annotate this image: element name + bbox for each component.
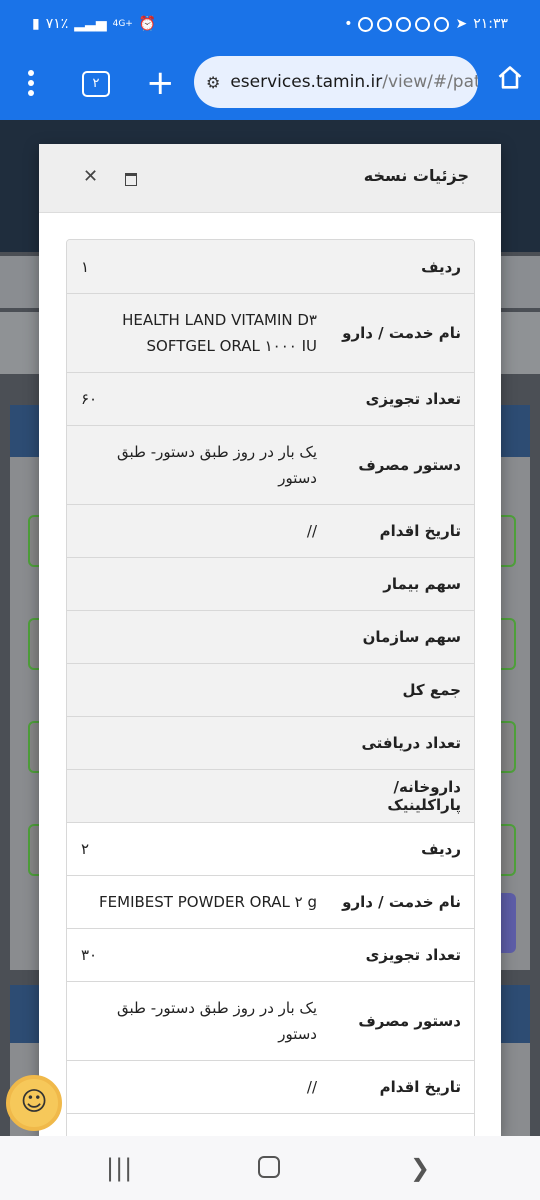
table-row: داروخانه/پاراکلینیک [67,769,474,822]
row-label: تعداد تجویزی [365,390,461,408]
close-icon[interactable]: ✕ [83,166,98,187]
table-row: ردیف ۱ [67,240,474,293]
row-value: HEALTH LAND VITAMIN D۳ SOFTGEL ORAL ۱۰۰۰… [122,311,317,355]
home-icon[interactable] [496,64,524,98]
system-nav-bar: ||| ❯ [0,1136,540,1200]
table-row: تاریخ اقدام // [67,504,474,557]
row-label: ردیف [421,257,461,276]
row-label: تعداد تجویزی [365,946,461,964]
table-row: تاریخ اقدام // [67,1060,474,1113]
notification-icon [377,16,393,32]
table-row: جمع کل [67,663,474,716]
row-label: نام خدمت / دارو [342,893,461,911]
telegram-icon: ➤ [455,16,468,32]
notification-icons [358,16,450,32]
row-label: جمع کل [402,681,461,699]
table-row: تعداد دریافتی [67,716,474,769]
maximize-icon[interactable] [125,173,137,186]
table-row: دستور مصرف یک بار در روز طبق دستور- طبق د… [67,425,474,504]
dot-icon: • [344,16,353,32]
row-value: FEMIBEST POWDER ORAL ۲ g [99,893,317,911]
notification-icon [434,16,450,32]
battery-icon: ▮ [32,16,40,32]
row-value [67,611,329,663]
row-label: نام خدمت / دارو [342,324,461,342]
prescription-details-modal: جزئیات نسخه ✕ ردیف ۱ نام خدمت / دارو HEALTH… [39,144,501,1136]
row-value: یک بار در روز طبق دستور- طبق دستور [117,999,317,1043]
table-row: دستور مصرف یک بار در روز طبق دستور- طبق د… [67,981,474,1060]
table-row [67,1113,474,1136]
row-label [329,1114,474,1136]
row-label: تاریخ اقدام [379,522,461,540]
home-button-icon[interactable] [258,1156,280,1178]
table-row: سهم سازمان [67,610,474,663]
row-value [67,664,329,716]
recent-apps-icon[interactable]: ||| [106,1154,133,1182]
row-label: داروخانه/پاراکلینیک [387,778,461,814]
back-icon[interactable]: ❯ [410,1154,430,1182]
notification-icon [415,16,431,32]
row-value: ۶۰ [81,390,98,408]
row-label: سهم سازمان [362,628,461,646]
battery-level: ۷۱٪ [45,16,69,32]
browser-toolbar: ۲ + ⚙ eservices.tamin.ir/view/#/pat [0,52,540,120]
row-label: ردیف [421,840,461,858]
row-value [67,558,329,610]
row-value [67,770,329,822]
status-bar: ▮ ۷۱٪ ▂▃▅ 4G+ ⏰ • ➤ ۲۱:۳۳ [0,0,540,52]
url-path: /view/#/pat [382,72,478,92]
row-label: تعداد دریافتی [361,734,461,752]
row-value: // [306,1078,317,1096]
table-row: نام خدمت / دارو FEMIBEST POWDER ORAL ۲ g [67,875,474,928]
row-value [67,717,329,769]
notification-icon [358,16,374,32]
table-row: تعداد تجویزی ۶۰ [67,372,474,425]
new-tab-icon[interactable]: + [146,66,175,100]
modal-header: جزئیات نسخه ✕ [39,144,501,213]
menu-icon[interactable] [28,70,36,100]
details-table: ردیف ۱ نام خدمت / دارو HEALTH LAND VITAMIN … [66,239,475,1136]
row-value: // [306,522,317,540]
row-value: ۱ [81,257,90,276]
table-row: نام خدمت / دارو HEALTH LAND VITAMIN D۳ SO… [67,293,474,372]
row-label: دستور مصرف [358,1012,461,1030]
row-value: ۲ [81,840,90,858]
tabs-button[interactable]: ۲ [82,71,110,97]
modal-title: جزئیات نسخه [363,166,469,185]
table-row: ردیف ۲ [67,822,474,875]
row-value: ۳۰ [81,946,98,964]
site-settings-icon[interactable]: ⚙ [206,73,220,92]
table-row: سهم بیمار [67,557,474,610]
clock: ۲۱:۳۳ [473,16,508,32]
signal-icon: ▂▃▅ [74,16,107,32]
row-label: تاریخ اقدام [379,1078,461,1096]
row-value: یک بار در روز طبق دستور- طبق دستور [117,443,317,487]
url-host: eservices.tamin.ir [230,72,383,92]
network-type: 4G+ [112,19,133,29]
row-value [67,1114,329,1136]
address-bar[interactable]: ⚙ eservices.tamin.ir/view/#/pat [194,56,478,108]
row-label: دستور مصرف [358,456,461,474]
alarm-icon: ⏰ [138,16,157,32]
notification-icon [396,16,412,32]
row-label: سهم بیمار [383,575,461,593]
support-chat-icon[interactable]: ☺ [6,1075,62,1131]
table-row: تعداد تجویزی ۳۰ [67,928,474,981]
